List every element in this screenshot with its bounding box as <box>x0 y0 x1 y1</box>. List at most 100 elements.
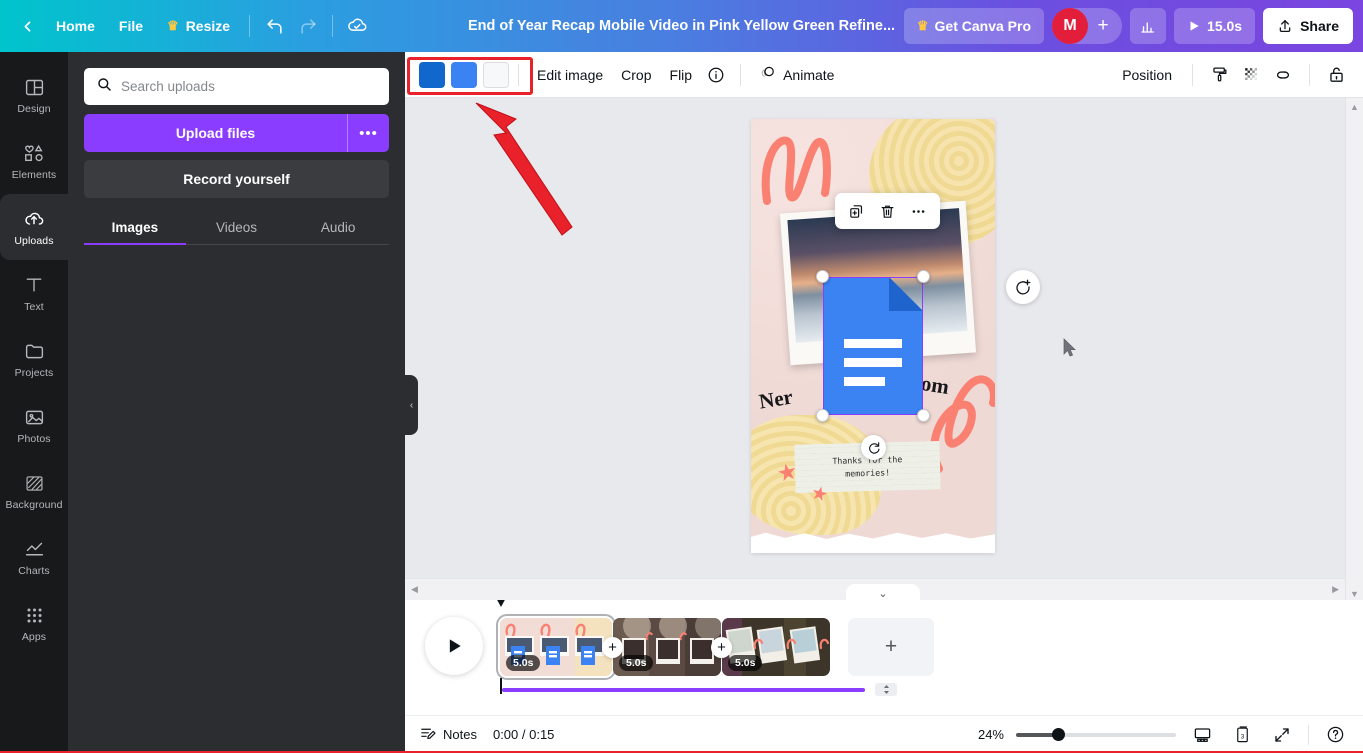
color-swatches-group <box>419 61 509 88</box>
back-button[interactable] <box>10 9 44 43</box>
upload-more-options-button[interactable]: ••• <box>347 114 389 152</box>
scroll-down-arrow[interactable]: ▼ <box>1350 589 1359 599</box>
resize-handle-bottom-left[interactable] <box>816 409 829 422</box>
timeline-scene-1[interactable]: 5.0s <box>496 614 616 680</box>
insights-button[interactable] <box>1130 8 1167 44</box>
more-options-icon[interactable] <box>904 197 933 226</box>
flip-button[interactable]: Flip <box>661 61 702 89</box>
play-button[interactable] <box>425 617 483 675</box>
lock-icon[interactable] <box>1321 60 1351 90</box>
sidebar-item-text[interactable]: Text <box>0 260 68 326</box>
add-collaborator-button[interactable]: + <box>1088 11 1118 41</box>
help-icon[interactable] <box>1321 721 1349 749</box>
elements-icon <box>22 141 46 165</box>
sidebar-item-photos[interactable]: Photos <box>0 392 68 458</box>
text-icon <box>22 273 46 297</box>
link-icon[interactable] <box>1268 60 1298 90</box>
resize-button[interactable]: ♛ Resize <box>155 11 242 41</box>
left-rail: Design Elements Uploads Text Projects Ph… <box>0 52 68 753</box>
scroll-up-arrow[interactable]: ▲ <box>1350 102 1359 112</box>
timeline-resize-handle[interactable] <box>875 683 897 696</box>
scroll-right-arrow[interactable]: ▶ <box>1332 584 1339 595</box>
resize-handle-bottom-right[interactable] <box>917 409 930 422</box>
divider <box>1308 724 1309 745</box>
color-swatch-white[interactable] <box>483 61 509 88</box>
trash-icon[interactable] <box>873 197 902 226</box>
tab-audio[interactable]: Audio <box>287 211 389 244</box>
zoom-level-label: 24% <box>977 727 1004 742</box>
crop-button[interactable]: Crop <box>612 61 660 89</box>
sidebar-item-elements[interactable]: Elements <box>0 128 68 194</box>
timeline-progress-bar[interactable] <box>502 688 865 692</box>
paint-roller-icon[interactable] <box>1204 60 1234 90</box>
file-menu-button[interactable]: File <box>107 11 155 41</box>
scene-list: 5.0s + 5.0s + 5.0s + <box>496 614 934 680</box>
canvas-area[interactable]: Ner om Thanks for the memories! ★ ★ <box>405 98 1363 603</box>
record-yourself-button[interactable]: Record yourself <box>84 160 389 198</box>
animate-icon <box>759 64 777 85</box>
divider <box>518 63 519 86</box>
scene-duration: 5.0s <box>619 655 654 671</box>
timeline-scene-2[interactable]: 5.0s <box>613 618 721 676</box>
sidebar-item-uploads[interactable]: Uploads <box>0 194 68 260</box>
undo-button[interactable] <box>257 9 291 43</box>
search-uploads-box[interactable] <box>84 68 389 105</box>
collapse-panel-handle[interactable]: ‹ <box>405 375 418 435</box>
collapse-timeline-button[interactable]: ⌄ <box>846 584 920 602</box>
get-canva-pro-button[interactable]: ♛ Get Canva Pro <box>903 8 1045 44</box>
sidebar-item-design[interactable]: Design <box>0 62 68 128</box>
presenter-view-icon[interactable] <box>1188 721 1216 749</box>
uploads-panel: Upload files ••• Record yourself Images … <box>68 52 405 753</box>
zoom-slider-knob[interactable] <box>1052 728 1065 741</box>
home-button[interactable]: Home <box>44 11 107 41</box>
fullscreen-icon[interactable] <box>1268 721 1296 749</box>
rotate-icon[interactable] <box>861 435 886 460</box>
add-scene-button[interactable]: + <box>848 618 934 676</box>
design-page[interactable]: Ner om Thanks for the memories! ★ ★ <box>751 119 995 553</box>
status-bar-right-group: 24% 3 <box>978 721 1349 749</box>
uploads-tabs: Images Videos Audio <box>84 211 389 245</box>
color-swatch-dark-blue[interactable] <box>419 61 445 88</box>
canvas-vertical-scrollbar[interactable]: ▲ ▼ <box>1345 98 1363 603</box>
charts-icon <box>22 537 46 561</box>
tab-images[interactable]: Images <box>84 211 186 245</box>
pages-icon[interactable]: 3 <box>1228 721 1256 749</box>
upload-files-button[interactable]: Upload files <box>84 114 347 152</box>
top-bar-right-group: ♛ Get Canva Pro M + 15.0s Share <box>903 8 1353 44</box>
cloud-saved-button[interactable] <box>340 9 374 43</box>
insert-scene-button-2[interactable]: + <box>711 636 732 658</box>
play-duration-button[interactable]: 15.0s <box>1174 8 1256 44</box>
position-button[interactable]: Position <box>1113 61 1181 89</box>
search-input[interactable] <box>121 79 377 94</box>
redo-button[interactable] <box>291 9 325 43</box>
search-icon <box>96 76 112 97</box>
resize-handle-top-left[interactable] <box>816 270 829 283</box>
tab-videos[interactable]: Videos <box>186 211 288 244</box>
resize-handle-top-right[interactable] <box>917 270 930 283</box>
projects-icon <box>22 339 46 363</box>
timeline-scene-3[interactable]: 5.0s <box>722 618 830 676</box>
zoom-slider[interactable] <box>1016 728 1176 742</box>
info-icon[interactable] <box>701 60 731 90</box>
edit-image-button[interactable]: Edit image <box>528 61 612 89</box>
file-label: File <box>118 18 144 34</box>
color-swatch-blue[interactable] <box>451 61 477 88</box>
google-docs-element[interactable] <box>816 270 930 422</box>
scroll-left-arrow[interactable]: ◀ <box>411 584 418 595</box>
notes-button[interactable]: Notes <box>419 725 477 745</box>
share-button[interactable]: Share <box>1263 8 1353 44</box>
add-comment-icon[interactable] <box>1006 270 1040 304</box>
sidebar-item-background[interactable]: Background <box>0 458 68 524</box>
sidebar-item-apps[interactable]: Apps <box>0 590 68 656</box>
duration-label: 15.0s <box>1207 18 1243 34</box>
top-bar: Home File ♛ Resize End of Year Recap Mob… <box>0 0 1363 52</box>
photos-icon <box>22 405 46 429</box>
share-label: Share <box>1300 18 1339 34</box>
duplicate-icon[interactable] <box>842 197 871 226</box>
transparency-icon[interactable] <box>1236 60 1266 90</box>
insert-scene-button-1[interactable]: + <box>602 636 623 658</box>
sidebar-item-projects[interactable]: Projects <box>0 326 68 392</box>
sidebar-item-charts[interactable]: Charts <box>0 524 68 590</box>
animate-button[interactable]: Animate <box>750 58 843 91</box>
avatar[interactable]: M <box>1052 8 1089 44</box>
